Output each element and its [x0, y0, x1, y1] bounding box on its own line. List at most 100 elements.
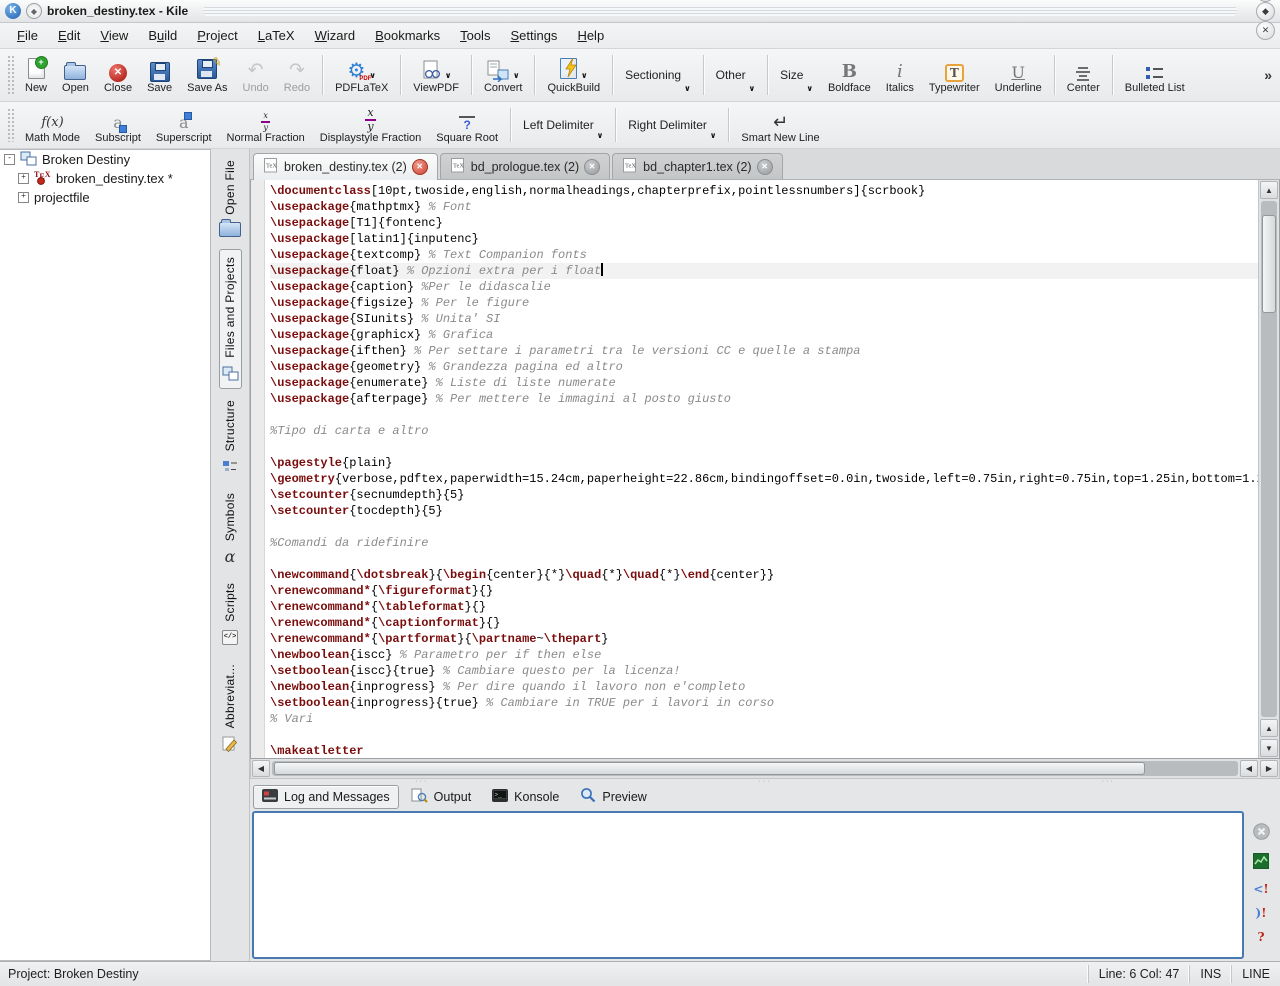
stop-button[interactable] — [1253, 823, 1270, 843]
bottom-tab-output[interactable]: Output — [402, 784, 481, 810]
menu-build[interactable]: Build — [139, 25, 186, 46]
menu-file[interactable]: File — [8, 25, 47, 46]
warnings-filter-button[interactable]: )! — [1256, 906, 1267, 920]
sidebar-tab-symbols[interactable]: Symbolsα — [220, 485, 240, 572]
editor-tab-bd-prologue-tex-2[interactable]: TeXbd_prologue.tex (2)✕ — [440, 153, 610, 179]
code-line[interactable]: \usepackage{float} % Opzioni extra per i… — [270, 263, 1258, 279]
tree-expander[interactable]: + — [18, 192, 29, 203]
typewriter-button[interactable]: TTypewriter — [922, 51, 987, 99]
menu-edit[interactable]: Edit — [49, 25, 89, 46]
open-button[interactable]: Open — [55, 51, 96, 99]
scroll-up2-button[interactable]: ▲ — [1260, 719, 1278, 737]
menu-latex[interactable]: LaTeX — [249, 25, 304, 46]
code-line[interactable] — [270, 519, 1258, 535]
undo-button[interactable]: ↶Undo — [236, 51, 276, 99]
vertical-scroll-track[interactable] — [1261, 201, 1277, 717]
code-line[interactable]: \setcounter{secnumdepth}{5} — [270, 487, 1258, 503]
scroll-left-button[interactable]: ◀ — [252, 760, 270, 777]
code-editor[interactable]: \documentclass[10pt,twoside,english,norm… — [265, 180, 1258, 758]
superscript-button[interactable]: aSuperscript — [149, 104, 219, 146]
errors-filter-button[interactable]: <! — [1253, 882, 1268, 896]
menu-tools[interactable]: Tools — [451, 25, 499, 46]
code-line[interactable]: \usepackage{mathptmx} % Font — [270, 199, 1258, 215]
pdflatex-button[interactable]: ⚙PDF∨PDFLaTeX — [328, 51, 395, 99]
new-button[interactable]: +New — [18, 51, 54, 99]
size-button[interactable]: Size∨ — [773, 51, 820, 99]
menu-settings[interactable]: Settings — [501, 25, 566, 46]
tree-item[interactable]: +TEXbroken_destiny.tex * — [0, 169, 210, 188]
code-line[interactable] — [270, 407, 1258, 423]
code-line[interactable]: \usepackage{caption} %Per le didascalie — [270, 279, 1258, 295]
sectioning-button[interactable]: Sectioning∨ — [618, 51, 698, 99]
menu-bookmarks[interactable]: Bookmarks — [366, 25, 449, 46]
code-line[interactable]: \newcommand{\dotsbreak}{\begin{center}{*… — [270, 567, 1258, 583]
code-line[interactable]: % Vari — [270, 711, 1258, 727]
code-line[interactable]: \setboolean{inprogress}{true} % Cambiare… — [270, 695, 1258, 711]
menu-project[interactable]: Project — [188, 25, 246, 46]
quickbuild-button[interactable]: ∨QuickBuild — [540, 51, 607, 99]
toolbar-drag-handle[interactable] — [7, 55, 14, 95]
kile-app-icon[interactable]: K — [5, 3, 21, 19]
editor-tab-broken-destiny-tex-2[interactable]: TeXbroken_destiny.tex (2)✕ — [253, 153, 438, 180]
code-line[interactable]: \makeatletter — [270, 743, 1258, 758]
code-line[interactable]: %Tipo di carta e altro — [270, 423, 1258, 439]
toolbar-drag-handle[interactable] — [7, 108, 14, 142]
log-message-panel[interactable] — [252, 811, 1244, 959]
vertical-scroll-thumb[interactable] — [1262, 215, 1276, 313]
code-line[interactable]: \geometry{verbose,pdftex,paperwidth=15.2… — [270, 471, 1258, 487]
code-line[interactable]: \setboolean{iscc}{true} % Cambiare quest… — [270, 663, 1258, 679]
code-line[interactable]: \usepackage{afterpage} % Per mettere le … — [270, 391, 1258, 407]
redo-button[interactable]: ↷Redo — [277, 51, 317, 99]
subscript-button[interactable]: aSubscript — [88, 104, 148, 146]
code-line[interactable] — [270, 551, 1258, 567]
center-button[interactable]: Center — [1060, 51, 1107, 99]
scroll-up-button[interactable]: ▲ — [1260, 181, 1278, 199]
toolbar-overflow-button[interactable]: » — [1260, 67, 1276, 83]
sidebar-tab-abbreviat[interactable]: Abbreviat... — [219, 656, 241, 759]
tree-expander[interactable]: - — [4, 154, 15, 165]
stats-button[interactable] — [1253, 853, 1269, 872]
code-line[interactable]: \pagestyle{plain} — [270, 455, 1258, 471]
badboxes-filter-button[interactable]: ? — [1257, 930, 1264, 944]
tree-expander[interactable]: + — [18, 173, 29, 184]
displaystyle-fraction-button[interactable]: xyDisplaystyle Fraction — [313, 104, 428, 146]
code-line[interactable]: \usepackage{figsize} % Per le figure — [270, 295, 1258, 311]
tree-item[interactable]: +projectfile — [0, 188, 210, 207]
save-button[interactable]: Save — [140, 51, 179, 99]
tree-root-item[interactable]: -Broken Destiny — [0, 150, 210, 169]
bottom-tab-log-and-messages[interactable]: Log and Messages — [253, 785, 399, 809]
tab-close-icon[interactable]: ✕ — [412, 159, 428, 175]
scroll-down-button[interactable]: ▼ — [1260, 739, 1278, 757]
horizontal-scroll-track[interactable] — [272, 761, 1238, 776]
all-desktops-pin-icon[interactable]: ◆ — [26, 3, 42, 19]
code-line[interactable]: \usepackage{enumerate} % Liste di liste … — [270, 375, 1258, 391]
left-delimiter-button[interactable]: Left Delimiter∨ — [516, 104, 610, 146]
tab-close-icon[interactable]: ✕ — [584, 159, 600, 175]
code-line[interactable]: \usepackage{SIunits} % Unita' SI — [270, 311, 1258, 327]
horizontal-scroll-thumb[interactable] — [274, 762, 1145, 775]
code-line[interactable]: \usepackage{graphicx} % Grafica — [270, 327, 1258, 343]
maximize-button[interactable]: ◆ — [1256, 2, 1275, 21]
save-as-button[interactable]: ✎Save As — [180, 51, 234, 99]
code-line[interactable]: \usepackage{ifthen} % Per settare i para… — [270, 343, 1258, 359]
code-line[interactable] — [270, 439, 1258, 455]
convert-button[interactable]: ∨Convert — [477, 51, 530, 99]
code-line[interactable]: \documentclass[10pt,twoside,english,norm… — [270, 183, 1258, 199]
underline-button[interactable]: UUnderline — [988, 51, 1049, 99]
boldface-button[interactable]: BBoldface — [821, 51, 878, 99]
sidebar-tab-open-file[interactable]: Open File — [216, 152, 244, 246]
editor-tab-bd-chapter1-tex-2[interactable]: TeXbd_chapter1.tex (2)✕ — [612, 153, 782, 179]
close-button[interactable]: ✕Close — [97, 51, 139, 99]
math-mode-button[interactable]: f(x)Math Mode — [18, 104, 87, 146]
scroll-left2-button[interactable]: ◀ — [1240, 760, 1258, 777]
menu-help[interactable]: Help — [568, 25, 613, 46]
right-delimiter-button[interactable]: Right Delimiter∨ — [621, 104, 723, 146]
code-line[interactable]: %Comandi da ridefinire — [270, 535, 1258, 551]
menu-view[interactable]: View — [91, 25, 137, 46]
square-root-button[interactable]: ?Square Root — [429, 104, 505, 146]
code-line[interactable]: \renewcommand*{\partformat}{\partname~\t… — [270, 631, 1258, 647]
bottom-tab-preview[interactable]: Preview — [571, 783, 655, 810]
smart-new-line-button[interactable]: ↵Smart New Line — [734, 104, 826, 146]
project-tree-panel[interactable]: -Broken Destiny+TEXbroken_destiny.tex *+… — [0, 149, 211, 961]
code-line[interactable]: \newboolean{inprogress} % Per dire quand… — [270, 679, 1258, 695]
